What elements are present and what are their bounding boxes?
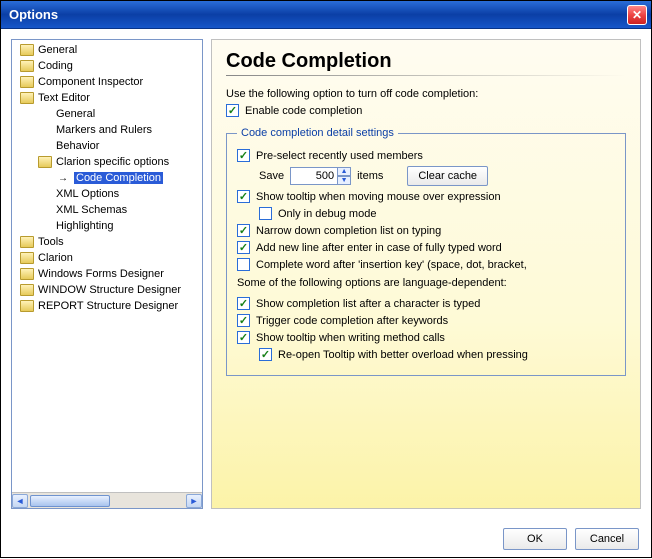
- tree-item-label: Tools: [38, 236, 64, 248]
- only-debug-label: Only in debug mode: [278, 208, 376, 220]
- tree-item[interactable]: XML Schemas: [12, 202, 202, 218]
- folder-icon: [38, 156, 52, 168]
- folder-icon: [20, 284, 34, 296]
- tree-item-label: General: [38, 44, 77, 56]
- complete-after-key-checkbox[interactable]: [237, 258, 250, 271]
- tree-item[interactable]: Highlighting: [12, 218, 202, 234]
- trigger-keywords-label: Trigger code completion after keywords: [256, 315, 448, 327]
- tooltip-method-checkbox[interactable]: [237, 331, 250, 344]
- tree-item[interactable]: Windows Forms Designer: [12, 266, 202, 282]
- detail-settings-fieldset: Code completion detail settings Pre-sele…: [226, 127, 626, 376]
- tree-item-label: REPORT Structure Designer: [38, 300, 178, 312]
- detail-settings-legend: Code completion detail settings: [237, 127, 398, 139]
- scroll-right-button[interactable]: ►: [186, 494, 202, 508]
- only-debug-checkbox[interactable]: [259, 207, 272, 220]
- close-button[interactable]: ✕: [627, 5, 647, 25]
- page-heading: Code Completion: [226, 50, 626, 73]
- folder-icon: [20, 268, 34, 280]
- trigger-keywords-checkbox[interactable]: [237, 314, 250, 327]
- tree-horizontal-scrollbar[interactable]: ◄ ►: [12, 492, 202, 508]
- clear-cache-button[interactable]: Clear cache: [407, 166, 488, 186]
- folder-icon: [20, 44, 34, 56]
- tree-item-label: XML Schemas: [56, 204, 127, 216]
- cancel-button[interactable]: Cancel: [575, 528, 639, 550]
- folder-icon: [20, 76, 34, 88]
- narrow-checkbox[interactable]: [237, 224, 250, 237]
- tree-item[interactable]: REPORT Structure Designer: [12, 298, 202, 314]
- tooltip-method-label: Show tooltip when writing method calls: [256, 332, 445, 344]
- show-after-char-checkbox[interactable]: [237, 297, 250, 310]
- save-items-field[interactable]: [290, 167, 338, 185]
- tree-item-label: Clarion: [38, 252, 73, 264]
- tree-item-label: Text Editor: [38, 92, 90, 104]
- tree-item-label: XML Options: [56, 188, 119, 200]
- lang-dependent-text: Some of the following options are langua…: [237, 277, 615, 289]
- dialog-footer: OK Cancel: [1, 519, 651, 559]
- folder-icon: [20, 92, 34, 104]
- tree-item-label: Highlighting: [56, 220, 113, 232]
- tree-item-label: Coding: [38, 60, 73, 72]
- ok-button[interactable]: OK: [503, 528, 567, 550]
- tree-item[interactable]: Code Completion: [12, 170, 202, 186]
- tree-item-label: Behavior: [56, 140, 99, 152]
- folder-icon: [20, 300, 34, 312]
- tree-item-label: Windows Forms Designer: [38, 268, 164, 280]
- complete-after-key-label: Complete word after 'insertion key' (spa…: [256, 259, 527, 271]
- tree-item[interactable]: General: [12, 42, 202, 58]
- preselect-label: Pre-select recently used members: [256, 150, 423, 162]
- tree-item-label: Component Inspector: [38, 76, 143, 88]
- save-items-input[interactable]: ▲ ▼: [290, 167, 351, 185]
- save-label: Save: [259, 170, 284, 182]
- tree-item-label: Clarion specific options: [56, 156, 169, 168]
- folder-icon: [20, 252, 34, 264]
- scroll-track[interactable]: [28, 494, 186, 508]
- reopen-tooltip-label: Re-open Tooltip with better overload whe…: [278, 349, 528, 361]
- tree-item[interactable]: Coding: [12, 58, 202, 74]
- tree-item[interactable]: Markers and Rulers: [12, 122, 202, 138]
- tooltip-mouse-label: Show tooltip when moving mouse over expr…: [256, 191, 501, 203]
- spin-up-button[interactable]: ▲: [337, 167, 351, 176]
- titlebar: Options ✕: [1, 1, 651, 29]
- options-window: Options ✕ General Coding Component Inspect…: [0, 0, 652, 558]
- newline-checkbox[interactable]: [237, 241, 250, 254]
- tree-item[interactable]: Behavior: [12, 138, 202, 154]
- tree-item[interactable]: XML Options: [12, 186, 202, 202]
- tree-item-label: Markers and Rulers: [56, 124, 152, 136]
- folder-icon: [20, 60, 34, 72]
- enable-completion-label: Enable code completion: [245, 105, 362, 117]
- tree-item[interactable]: Text Editor: [12, 90, 202, 106]
- tree-item-label: General: [56, 108, 95, 120]
- intro-text: Use the following option to turn off cod…: [226, 88, 626, 100]
- preselect-checkbox[interactable]: [237, 149, 250, 162]
- arrow-right-icon: [56, 171, 70, 185]
- tree-item-label: Code Completion: [74, 172, 163, 184]
- tree-item[interactable]: Tools: [12, 234, 202, 250]
- tree-item[interactable]: WINDOW Structure Designer: [12, 282, 202, 298]
- folder-icon: [20, 236, 34, 248]
- tree-item[interactable]: Clarion specific options: [12, 154, 202, 170]
- tree-item[interactable]: Clarion: [12, 250, 202, 266]
- reopen-tooltip-checkbox[interactable]: [259, 348, 272, 361]
- show-after-char-label: Show completion list after a character i…: [256, 298, 480, 310]
- content-panel: Code Completion Use the following option…: [211, 39, 641, 509]
- tree-panel: General Coding Component Inspector Text Edi…: [11, 39, 203, 509]
- tree-item[interactable]: General: [12, 106, 202, 122]
- heading-divider: [226, 75, 626, 76]
- options-tree[interactable]: General Coding Component Inspector Text Edi…: [12, 40, 202, 492]
- tree-item[interactable]: Component Inspector: [12, 74, 202, 90]
- tree-item-label: WINDOW Structure Designer: [38, 284, 181, 296]
- scroll-thumb[interactable]: [30, 495, 110, 507]
- spin-down-button[interactable]: ▼: [337, 176, 351, 185]
- enable-completion-checkbox[interactable]: [226, 104, 239, 117]
- tooltip-mouse-checkbox[interactable]: [237, 190, 250, 203]
- scroll-left-button[interactable]: ◄: [12, 494, 28, 508]
- narrow-label: Narrow down completion list on typing: [256, 225, 441, 237]
- newline-label: Add new line after enter in case of full…: [256, 242, 502, 254]
- items-label: items: [357, 170, 383, 182]
- window-title: Options: [9, 7, 627, 22]
